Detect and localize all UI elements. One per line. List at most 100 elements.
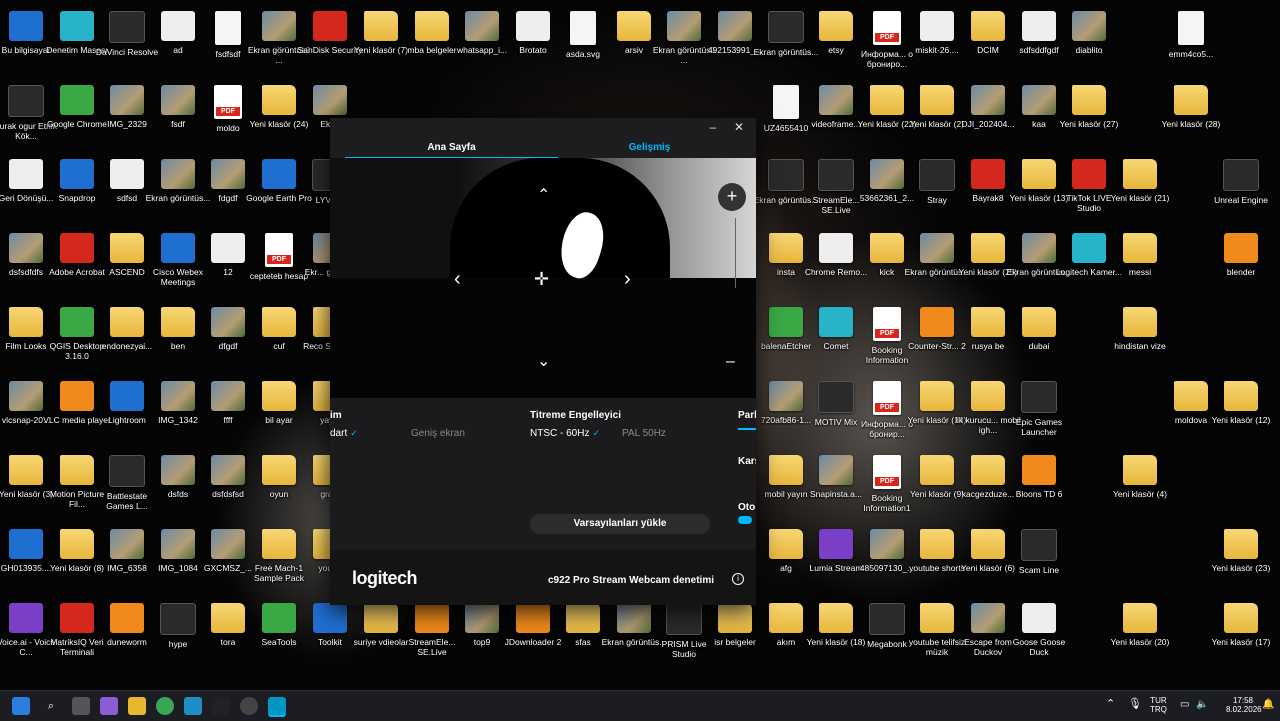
logitech-app-icon[interactable] <box>268 697 286 717</box>
language-code: TUR <box>1150 696 1167 705</box>
desktop-icon-label: Yeni klasör (21) <box>1110 193 1170 203</box>
format-option-widescreen[interactable]: Geniş ekran <box>411 428 465 439</box>
volume-icon[interactable]: 🔈 <box>1196 700 1208 710</box>
zoom-in-button[interactable]: + <box>718 183 746 211</box>
app-icon <box>516 603 550 633</box>
app-icon <box>110 381 144 411</box>
close-button[interactable]: ✕ <box>726 118 752 138</box>
folder-icon <box>870 233 904 263</box>
image-icon <box>161 381 195 411</box>
image-icon <box>1022 85 1056 115</box>
desktop-icon[interactable]: Yeni klasör (20) <box>1104 600 1176 672</box>
copilot-icon[interactable] <box>100 697 118 715</box>
zoom-slider[interactable] <box>735 218 736 288</box>
info-icon[interactable]: i <box>732 573 744 585</box>
pdf-icon <box>873 455 901 489</box>
start-windows-icon[interactable] <box>12 697 30 715</box>
desktop-icon[interactable]: hindistan vize <box>1104 304 1176 376</box>
folder-icon <box>60 529 94 559</box>
desktop-icon[interactable]: blender <box>1205 230 1277 302</box>
desktop-icon[interactable]: Yeni klasör (23) <box>1205 526 1277 598</box>
desktop-icon[interactable]: Yeni klasör (17) <box>1205 600 1277 672</box>
file-explorer-icon[interactable] <box>128 697 146 715</box>
flicker-option-ntsc-label: NTSC - 60Hz <box>530 428 590 439</box>
folder-icon <box>1174 85 1208 115</box>
image-icon <box>465 603 499 633</box>
auto-toggle[interactable] <box>738 516 752 524</box>
desktop-icon[interactable]: Scam Line <box>1003 526 1075 598</box>
zoom-out-button[interactable]: – <box>726 353 735 371</box>
desktop-icon[interactable]: Yeni klasör (4) <box>1104 452 1176 524</box>
desktop-icon[interactable]: Goose Goose Duck <box>1003 600 1075 672</box>
app-icon <box>415 603 449 633</box>
flicker-option-ntsc[interactable]: NTSC - 60Hz ✓ <box>530 428 600 439</box>
image-icon <box>769 381 803 411</box>
steam-icon[interactable] <box>240 697 258 715</box>
minimize-button[interactable]: – <box>700 118 726 138</box>
desktop-icon[interactable]: Yeni klasör (28) <box>1155 82 1227 154</box>
app-icon <box>1022 11 1056 41</box>
image-icon <box>971 85 1005 115</box>
desktop-icon[interactable]: Yeni klasör (27) <box>1053 82 1125 154</box>
folder-icon <box>718 603 752 633</box>
image-icon <box>920 233 954 263</box>
image-icon <box>465 11 499 41</box>
brightness-slider[interactable] <box>738 428 756 430</box>
language-indicator[interactable]: TUR TRQ <box>1150 696 1167 714</box>
store-icon[interactable] <box>184 697 202 715</box>
image-icon <box>9 233 43 263</box>
app-icon <box>819 233 853 263</box>
folder-icon <box>364 11 398 41</box>
tab-advanced[interactable]: Gelişmiş <box>543 142 756 153</box>
app-icon <box>1223 159 1259 191</box>
pan-up-icon[interactable]: ⌃ <box>537 188 550 204</box>
desktop-icon[interactable]: Yeni klasör (12) <box>1205 378 1277 450</box>
settings-panel: im dart ✓ Geniş ekran Titreme Engelleyici… <box>330 398 756 550</box>
app-icon <box>161 11 195 41</box>
app-icon <box>1072 159 1106 189</box>
desktop-icon[interactable]: emm4co5... <box>1155 8 1227 80</box>
desktop-icon[interactable]: Epic Games Launcher <box>1003 378 1075 450</box>
clock[interactable]: 17:58 8.02.2026 <box>1226 696 1262 714</box>
center-crosshair-icon[interactable]: ✛ <box>534 270 549 288</box>
desktop-icon-label: blender <box>1226 267 1256 277</box>
desktop-icon-label: Yeni klasör (4) <box>1112 489 1168 499</box>
pan-down-icon[interactable]: ⌄ <box>537 354 550 370</box>
folder-icon <box>920 529 954 559</box>
folder-icon <box>769 603 803 633</box>
flicker-option-pal[interactable]: PAL 50Hz <box>622 428 666 439</box>
task-view-icon[interactable] <box>72 697 90 715</box>
tab-home[interactable]: Ana Sayfa <box>345 142 558 153</box>
app-icon <box>869 603 905 635</box>
taskbar: ⌕ ⌃ 🎙 TUR TRQ ▭ 🔈 17:58 8.02.2026 🔔 <box>0 690 1280 721</box>
logitech-logo: logitech <box>352 568 418 588</box>
folder-icon <box>1123 307 1157 337</box>
notification-bell-icon[interactable]: 🔔 <box>1262 700 1274 710</box>
file-icon <box>773 85 799 119</box>
desktop-icon[interactable]: Yeni klasör (21) <box>1104 156 1176 228</box>
pan-left-icon[interactable]: ‹ <box>454 269 461 289</box>
app-icon <box>919 159 955 191</box>
desktop-icon[interactable]: Bloons TD 6 <box>1003 452 1075 524</box>
tradingview-icon[interactable] <box>212 697 230 715</box>
pdf-icon <box>873 381 901 415</box>
format-option-standard[interactable]: dart ✓ <box>330 428 358 439</box>
desktop-icon[interactable]: Unreal Engine <box>1205 156 1277 228</box>
chevron-up-icon[interactable]: ⌃ <box>1106 699 1115 710</box>
folder-icon <box>262 455 296 485</box>
load-defaults-button[interactable]: Varsayılanları yükle <box>530 514 710 534</box>
desktop-icon[interactable]: messi <box>1104 230 1176 302</box>
network-icon[interactable]: ▭ <box>1180 700 1189 710</box>
microphone-icon[interactable]: 🎙 <box>1128 699 1142 710</box>
folder-icon <box>262 307 296 337</box>
search-icon[interactable]: ⌕ <box>42 697 60 715</box>
desktop-icon-label: Yeni klasör (20) <box>1110 637 1170 647</box>
desktop-icon[interactable]: diablito <box>1053 8 1125 80</box>
chrome-icon[interactable] <box>156 697 174 715</box>
image-icon <box>110 85 144 115</box>
folder-icon <box>1224 381 1258 411</box>
pan-right-icon[interactable]: › <box>624 269 631 289</box>
app-icon <box>1022 603 1056 633</box>
desktop-icon[interactable]: dubai <box>1003 304 1075 376</box>
desktop-icon-label: emm4co5... <box>1168 49 1214 59</box>
